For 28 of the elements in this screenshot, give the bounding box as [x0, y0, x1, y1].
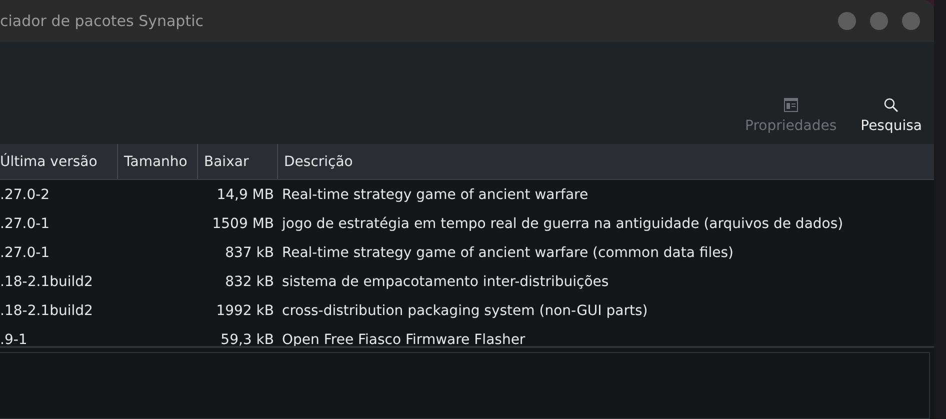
table-cell-text: .18-2.1build2 [0, 274, 94, 290]
table-cell-text: 14,9 MB [216, 186, 274, 202]
table-cell-text: .27.0-1 [0, 244, 51, 260]
table-cell-text: jogo de estratégia em tempo real de guerra na antiguidade (arquivos de dados) [280, 216, 844, 232]
search-button[interactable]: Pesquisa [852, 95, 930, 136]
column-header[interactable]: Tamanho [118, 144, 198, 179]
table-cell-text: Real-time strategy game of ancient warfare [281, 186, 588, 202]
minimize-button[interactable] [838, 12, 856, 30]
table-cell-text: 1992 kB [215, 302, 274, 318]
table-cell-text: 1509 MB [211, 216, 274, 232]
column-header[interactable]: Descrição [278, 144, 934, 179]
close-button[interactable] [902, 12, 920, 30]
table-cell-text: .27.0-2 [0, 186, 51, 202]
table-cell-text: 832 kB [224, 274, 274, 290]
maximize-button[interactable] [870, 12, 888, 30]
properties-icon [782, 97, 799, 113]
table-cell-text: cross-distribution packaging system (non-GUI parts) [281, 302, 648, 318]
window-title: ciador de pacotes Synaptic [0, 12, 204, 30]
table-cell-text: sistema de empacotamento inter-distribuições [281, 274, 609, 290]
column-header[interactable]: Baixar [198, 144, 278, 179]
column-header[interactable]: Última versão [0, 144, 118, 179]
table-cell-text: .9-1 [0, 332, 28, 346]
search-icon [883, 97, 900, 113]
table-cell-text: .18-2.1build2 [0, 302, 94, 318]
table-cell-text: 837 kB [224, 244, 274, 260]
table-cell-text: .27.0-1 [0, 216, 51, 232]
table-cell-text: 59,3 kB [220, 332, 274, 346]
table-cell-text: Real-time strategy game of ancient warfare (common data files) [281, 244, 734, 260]
